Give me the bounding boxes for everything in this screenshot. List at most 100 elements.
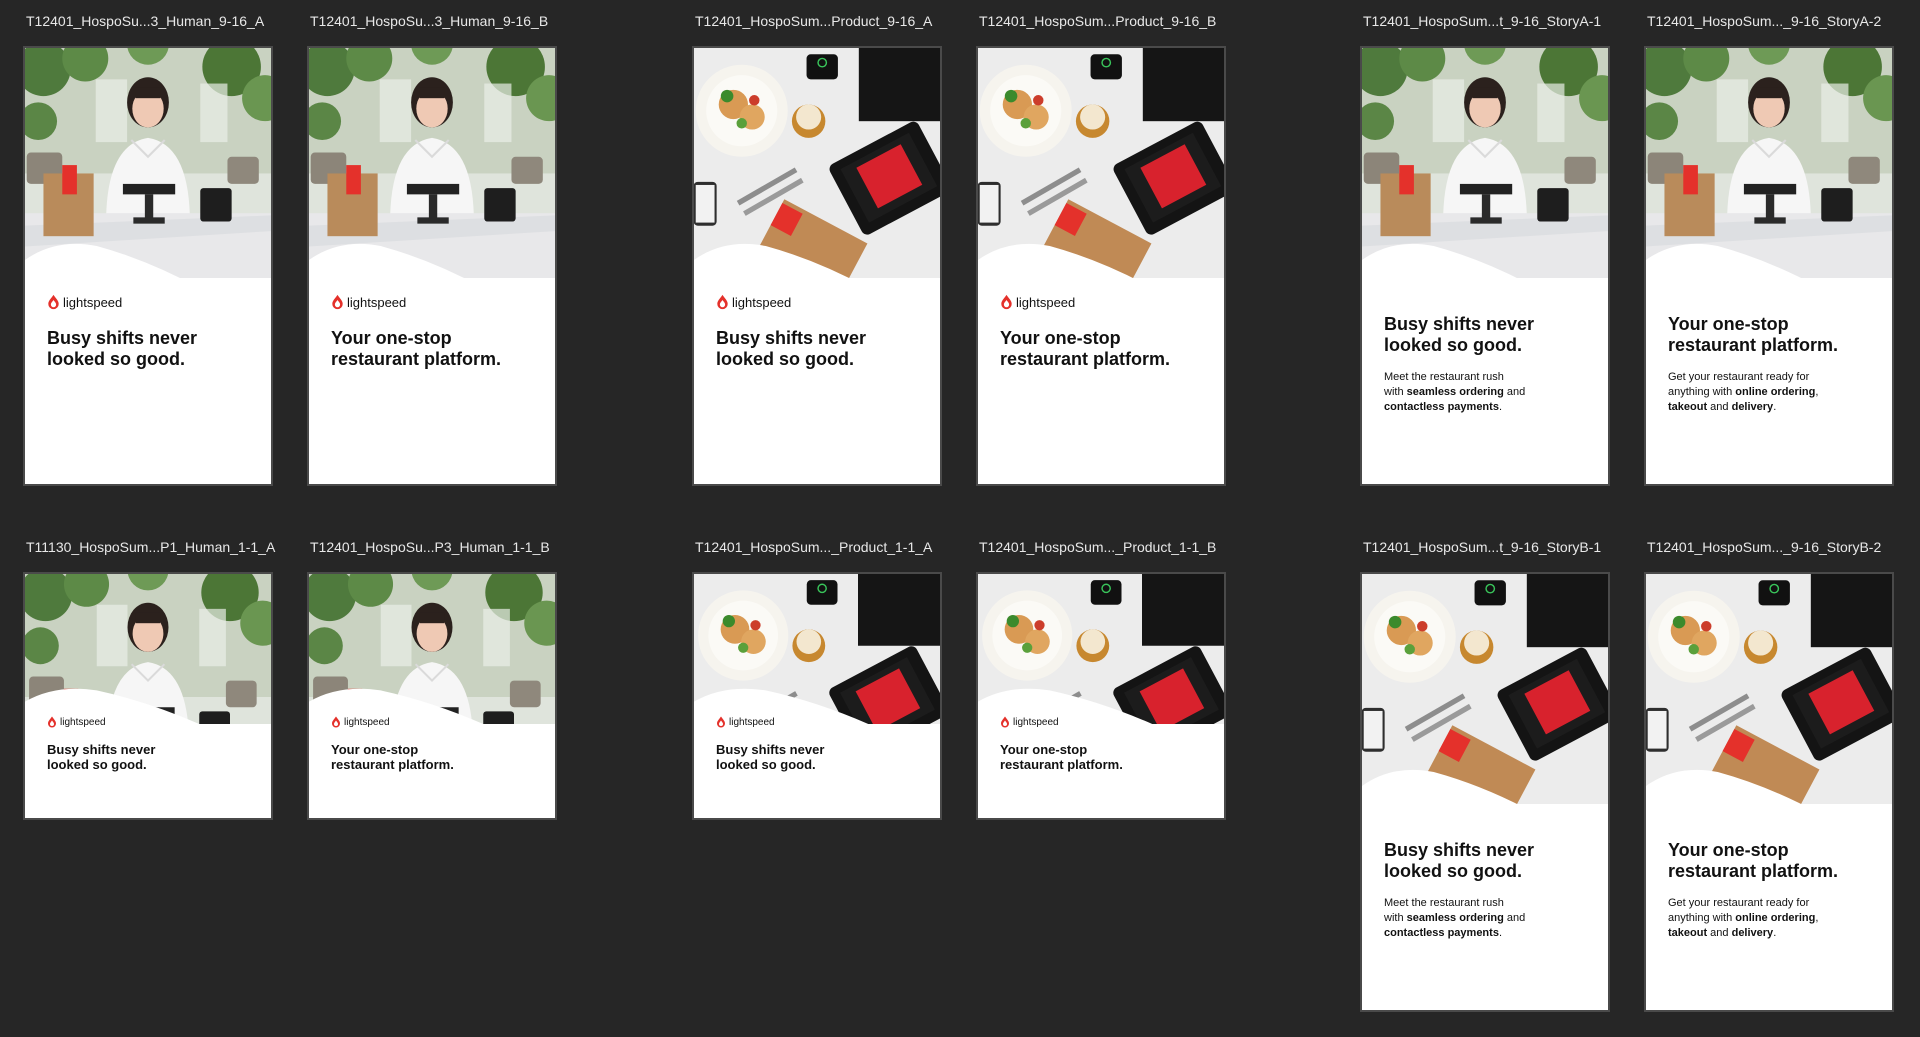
headline-line-1: Busy shifts never: [47, 328, 198, 348]
headline: Busy shifts never looked so good.: [47, 742, 155, 773]
body-emphasis: delivery: [1731, 400, 1774, 413]
body-line-1: Meet the restaurant rush: [1384, 371, 1504, 383]
artboard-title[interactable]: T12401_HospoSu...3_Human_9-16_B: [310, 13, 548, 29]
artboard-frame: Your one-stop restaurant platform. Get y…: [1644, 46, 1894, 486]
body-text: .: [1498, 926, 1502, 939]
artboard-frame: lightspeed Busy shifts never looked so g…: [23, 46, 273, 486]
white-wave-shape: [309, 238, 555, 338]
flame-logo-icon: [1000, 716, 1010, 728]
artboard-human-9-16-a[interactable]: T12401_HospoSu...3_Human_9-16_A lightspe…: [23, 13, 273, 486]
logo-wordmark: lightspeed: [1013, 716, 1059, 728]
headline: Busy shifts never looked so good.: [47, 328, 197, 370]
artboard-frame: lightspeed Your one-stop restaurant plat…: [307, 572, 557, 820]
body-text: and: [1707, 400, 1732, 413]
headline: Your one-stop restaurant platform.: [331, 328, 501, 370]
lightspeed-logo: lightspeed: [47, 716, 106, 728]
artboard-frame: Busy shifts never looked so good. Meet t…: [1360, 46, 1610, 486]
white-wave-shape: [25, 238, 271, 338]
artboard-story-b-2[interactable]: T12401_HospoSum..._9-16_StoryB-2 Your on…: [1644, 539, 1894, 1012]
body-emphasis: delivery: [1731, 926, 1774, 939]
logo-wordmark: lightspeed: [63, 294, 123, 310]
headline-line-1: Busy shifts never: [716, 742, 825, 757]
headline-line-1: Your one-stop: [331, 328, 452, 348]
headline-line-1: Your one-stop: [1668, 314, 1789, 334]
artboard-frame: lightspeed Your one-stop restaurant plat…: [976, 572, 1226, 820]
body-text: ,: [1815, 911, 1819, 924]
artboard-title[interactable]: T12401_HospoSum..._Product_1-1_B: [979, 539, 1216, 555]
artboard-product-9-16-b[interactable]: T12401_HospoSum...Product_9-16_B lightsp…: [976, 13, 1226, 486]
body-text: anything with: [1668, 385, 1736, 398]
artboard-product-1-1-a[interactable]: T12401_HospoSum..._Product_1-1_A lightsp…: [692, 539, 942, 820]
artboard-title[interactable]: T12401_HospoSum...Product_9-16_B: [979, 13, 1216, 29]
flame-logo-icon: [331, 716, 341, 728]
headline: Busy shifts never looked so good.: [1384, 840, 1534, 882]
headline-line-1: Your one-stop: [331, 742, 419, 757]
artboard-frame: Busy shifts never looked so good. Meet t…: [1360, 572, 1610, 1012]
artboard-title[interactable]: T12401_HospoSum..._9-16_StoryA-2: [1647, 13, 1881, 29]
artboard-title[interactable]: T12401_HospoSum...Product_9-16_A: [695, 13, 932, 29]
headline-line-2: looked so good.: [1384, 335, 1522, 356]
flame-logo-icon: [716, 294, 729, 310]
artboard-title[interactable]: T12401_HospoSum..._Product_1-1_A: [695, 539, 932, 555]
headline: Your one-stop restaurant platform.: [1000, 742, 1123, 773]
body-emphasis: seamless ordering: [1406, 911, 1504, 924]
headline-line-2: looked so good.: [716, 757, 816, 773]
flame-logo-icon: [1000, 294, 1013, 310]
headline-line-2: restaurant platform.: [331, 757, 454, 773]
artboard-title[interactable]: T12401_HospoSum...t_9-16_StoryB-1: [1363, 539, 1601, 555]
artboard-frame: Your one-stop restaurant platform. Get y…: [1644, 572, 1894, 1012]
headline: Your one-stop restaurant platform.: [331, 742, 454, 773]
artboard-product-9-16-a[interactable]: T12401_HospoSum...Product_9-16_A lightsp…: [692, 13, 942, 486]
lightspeed-logo: lightspeed: [1000, 294, 1075, 310]
body-text: with: [1384, 385, 1407, 398]
headline-line-2: restaurant platform.: [1000, 757, 1123, 773]
body-text: and: [1503, 385, 1526, 398]
body-text: anything with: [1668, 911, 1736, 924]
flame-logo-icon: [47, 294, 60, 310]
headline-line-2: looked so good.: [1384, 861, 1522, 882]
body-text: .: [1773, 400, 1777, 413]
lightspeed-logo: lightspeed: [331, 294, 406, 310]
artboard-title[interactable]: T12401_HospoSum..._9-16_StoryB-2: [1647, 539, 1881, 555]
logo-wordmark: lightspeed: [60, 716, 106, 728]
headline: Busy shifts never looked so good.: [1384, 314, 1534, 356]
body-text: ,: [1815, 385, 1819, 398]
artboard-title[interactable]: T12401_HospoSu...3_Human_9-16_A: [26, 13, 264, 29]
artboard-story-b-1[interactable]: T12401_HospoSum...t_9-16_StoryB-1 Busy s…: [1360, 539, 1610, 1012]
logo-wordmark: lightspeed: [729, 716, 775, 728]
headline-line-2: looked so good.: [47, 757, 147, 773]
headline-line-2: restaurant platform.: [1668, 861, 1839, 882]
lightspeed-logo: lightspeed: [47, 294, 122, 310]
artboard-product-1-1-b[interactable]: T12401_HospoSum..._Product_1-1_B lightsp…: [976, 539, 1226, 820]
artboard-title[interactable]: T11130_HospoSum...P1_Human_1-1_A: [26, 539, 275, 555]
headline-line-1: Your one-stop: [1000, 328, 1121, 348]
lightspeed-logo: lightspeed: [716, 716, 775, 728]
body-emphasis: contactless payments: [1384, 926, 1499, 939]
body-line-1: Get your restaurant ready for: [1668, 371, 1810, 383]
headline-line-2: restaurant platform.: [1668, 335, 1839, 356]
artboard-human-9-16-b[interactable]: T12401_HospoSu...3_Human_9-16_B lightspe…: [307, 13, 557, 486]
artboard-human-1-1-a[interactable]: T11130_HospoSum...P1_Human_1-1_A lightsp…: [23, 539, 275, 820]
artboard-story-a-1[interactable]: T12401_HospoSum...t_9-16_StoryA-1 Busy s…: [1360, 13, 1610, 486]
body-copy: Get your restaurant ready for anything w…: [1668, 370, 1818, 415]
body-emphasis: online ordering: [1735, 385, 1816, 398]
artboard-title[interactable]: T12401_HospoSu...P3_Human_1-1_B: [310, 539, 550, 555]
artboard-title[interactable]: T12401_HospoSum...t_9-16_StoryA-1: [1363, 13, 1601, 29]
flame-logo-icon: [716, 716, 726, 728]
body-text: with: [1384, 911, 1407, 924]
logo-wordmark: lightspeed: [344, 716, 390, 728]
body-emphasis: contactless payments: [1384, 400, 1499, 413]
body-text: and: [1503, 911, 1526, 924]
body-emphasis: takeout: [1668, 400, 1708, 413]
body-emphasis: online ordering: [1735, 911, 1816, 924]
body-copy: Meet the restaurant rush with seamless o…: [1384, 896, 1525, 941]
lightspeed-logo: lightspeed: [331, 716, 390, 728]
body-text: and: [1707, 926, 1732, 939]
white-wave-shape: [694, 238, 940, 338]
headline: Your one-stop restaurant platform.: [1000, 328, 1170, 370]
body-emphasis: takeout: [1668, 926, 1708, 939]
headline: Busy shifts never looked so good.: [716, 328, 866, 370]
flame-logo-icon: [47, 716, 57, 728]
artboard-story-a-2[interactable]: T12401_HospoSum..._9-16_StoryA-2 Your on…: [1644, 13, 1894, 486]
artboard-human-1-1-b[interactable]: T12401_HospoSu...P3_Human_1-1_B lightspe…: [307, 539, 557, 820]
